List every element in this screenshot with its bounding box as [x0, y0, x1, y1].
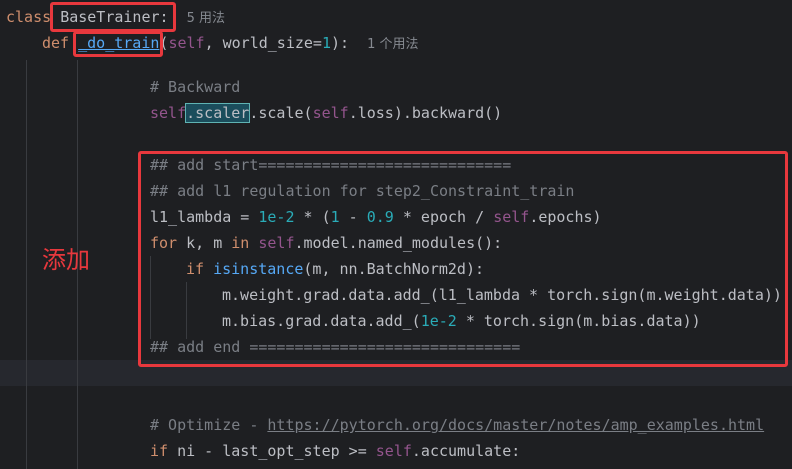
code-line-optimize[interactable]: # Optimize - https://pytorch.org/docs/ma…	[150, 412, 764, 438]
code-line-if-ni[interactable]: if ni - last_opt_step >= self.accumulate…	[150, 438, 520, 464]
code-line-backward[interactable]: self.scaler.scale(self.loss).backward()	[150, 100, 502, 126]
scaler-highlight[interactable]: .scaler	[185, 103, 251, 123]
function-name-red-box	[73, 31, 163, 57]
code-line-comment[interactable]: # Backward	[150, 74, 240, 100]
usage-hint[interactable]: 5 用法	[187, 11, 225, 26]
class-name-red-box	[50, 2, 176, 32]
amp-examples-link[interactable]: https://pytorch.org/docs/master/notes/am…	[267, 416, 764, 434]
added-code-red-box	[138, 151, 788, 367]
usage-hint[interactable]: 1 个用法	[367, 37, 418, 52]
annotation-label: 添加	[42, 246, 90, 274]
indent-guide	[26, 60, 27, 469]
